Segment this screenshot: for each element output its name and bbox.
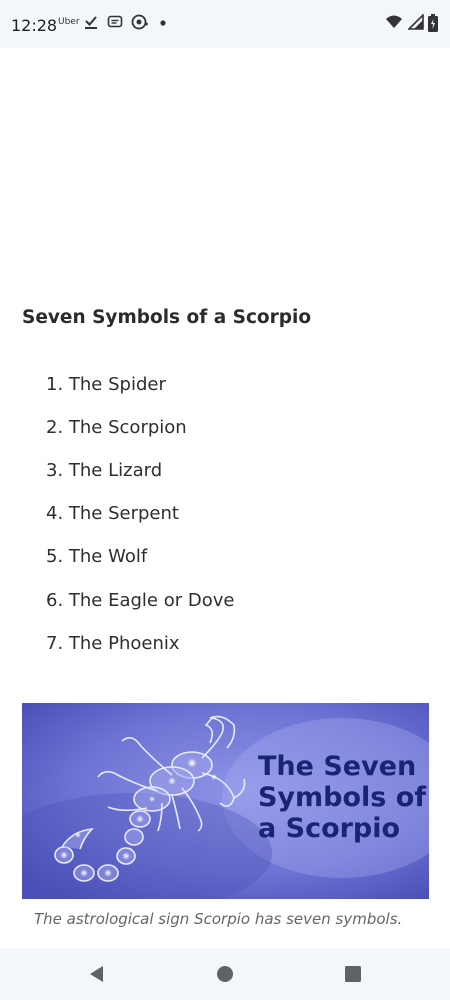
image-title-line-1: The Seven [258,751,416,782]
battery-icon [428,14,438,36]
wifi-icon [385,14,403,34]
article-content: Seven Symbols of a Scorpio 1. The Spider… [0,48,450,948]
signal-icon [407,13,424,34]
uber-icon: Uber [58,17,80,27]
image-title-line-2: Symbols of [258,782,426,813]
list-item: 4. The Serpent [46,503,179,524]
check-icon [84,14,98,34]
recents-icon[interactable] [341,962,365,986]
message-icon [107,14,123,34]
article-heading: Seven Symbols of a Scorpio [22,307,312,328]
navigation-bar [0,948,450,1000]
scorpio-symbols-image: The Seven Symbols of a Scorpio [22,703,429,899]
list-item: 1. The Spider [46,374,166,395]
list-item: 5. The Wolf [46,546,148,567]
image-caption: The astrological sign Scorpio has seven … [34,910,403,928]
chat-bubble-icon [131,14,149,34]
home-icon[interactable] [213,962,237,986]
status-time: 12:28 [11,16,58,35]
back-icon[interactable] [85,962,109,986]
scorpio-illustration: The Seven Symbols of a Scorpio [22,703,429,899]
list-item: 2. The Scorpion [46,417,187,438]
list-item: 6. The Eagle or Dove [46,590,235,611]
status-bar: 12:28 Uber [0,0,450,48]
list-item: 3. The Lizard [46,460,163,481]
list-item: 7. The Phoenix [46,633,180,654]
image-title-line-3: a Scorpio [258,813,400,844]
blank-ad-space [0,48,450,288]
dot-icon [159,14,167,34]
